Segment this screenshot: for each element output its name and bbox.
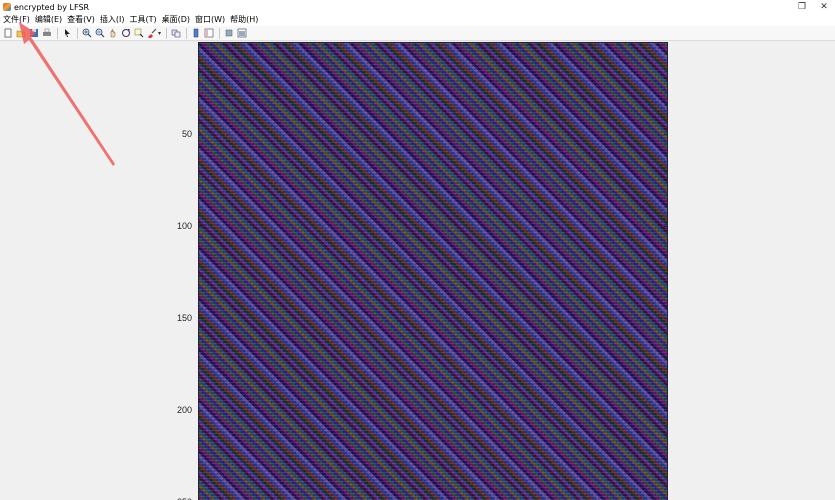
y-tick-mark: [198, 134, 202, 135]
y-tick-mark: [198, 410, 202, 411]
link-plot-icon: [171, 29, 181, 38]
red-arrow-icon: [19, 22, 115, 166]
rotate-3d-icon: [122, 29, 130, 37]
encrypted-image-axes[interactable]: [198, 42, 668, 500]
window-controls: ❐ ✕: [791, 0, 835, 14]
image-pixels: [199, 43, 667, 500]
new-figure-icon: [4, 28, 12, 38]
title-bar: encrypted by LFSR ❐ ✕: [0, 0, 835, 14]
zoom-out-button[interactable]: [94, 27, 106, 39]
menu-item-3[interactable]: 插入(I): [97, 14, 127, 26]
colorbar-icon: [193, 28, 199, 38]
y-tick-label: 150: [176, 313, 192, 323]
brush-dropdown-caret-icon[interactable]: ▾: [158, 30, 161, 37]
y-tick-mark: [198, 318, 202, 319]
hide-tools-icon: [225, 29, 233, 37]
print-button[interactable]: [41, 27, 53, 39]
menu-item-0[interactable]: 文件(F): [0, 14, 32, 26]
figure-toolbar: ▾: [0, 26, 835, 41]
brush-button[interactable]: [146, 27, 158, 39]
open-file-button[interactable]: [15, 27, 27, 39]
print-icon: [43, 28, 51, 36]
close-button[interactable]: ✕: [813, 0, 835, 14]
show-tools-icon: [237, 28, 247, 38]
toolbar-separator: [77, 27, 78, 39]
brush-icon: [148, 28, 157, 38]
open-file-icon: [16, 30, 26, 38]
matlab-app-icon: [3, 3, 11, 11]
toolbar-separator: [219, 27, 221, 39]
menu-item-7[interactable]: 帮助(H): [227, 14, 260, 26]
colorbar-button[interactable]: [190, 27, 202, 39]
y-tick-label: 100: [176, 221, 192, 231]
show-tools-button[interactable]: [236, 27, 248, 39]
restore-button[interactable]: ❐: [791, 0, 813, 14]
hide-tools-button[interactable]: [223, 27, 235, 39]
window-title: encrypted by LFSR: [14, 2, 90, 12]
y-tick-mark-right: [664, 410, 668, 411]
toolbar-separator: [186, 27, 188, 39]
toolbar-separator: [166, 27, 168, 39]
menu-item-4[interactable]: 工具(T): [126, 14, 158, 26]
y-tick-mark-right: [664, 226, 668, 227]
menu-item-2[interactable]: 查看(V): [64, 14, 97, 26]
zoom-in-button[interactable]: [81, 27, 93, 39]
menu-bar: 文件(F) 编辑(E) 查看(V) 插入(I) 工具(T) 桌面(D) 窗口(W) 帮助(H): [0, 14, 835, 26]
link-plot-button[interactable]: [170, 27, 182, 39]
save-icon: [30, 29, 38, 37]
legend-icon: [204, 28, 214, 38]
pointer-icon: [65, 29, 70, 37]
data-cursor-icon: [134, 28, 144, 38]
y-tick-label: 50: [181, 129, 192, 139]
zoom-out-icon: [95, 28, 105, 38]
figure-window: encrypted by LFSR ❐ ✕ 文件(F) 编辑(E) 查看(V) 插入(…: [0, 0, 835, 500]
pan-icon: [110, 29, 116, 38]
y-tick-mark-right: [664, 134, 668, 135]
pan-button[interactable]: [107, 27, 119, 39]
y-tick-label: 200: [176, 405, 192, 415]
menu-item-6[interactable]: 窗口(W): [192, 14, 227, 26]
new-figure-button[interactable]: [2, 27, 14, 39]
pointer-button[interactable]: [61, 27, 73, 39]
y-tick-mark: [198, 226, 202, 227]
legend-button[interactable]: [203, 27, 215, 39]
y-tick-mark-right: [664, 318, 668, 319]
menu-item-1[interactable]: 编辑(E): [32, 14, 64, 26]
data-cursor-button[interactable]: [133, 27, 145, 39]
save-button[interactable]: [28, 27, 40, 39]
menu-item-5[interactable]: 桌面(D): [159, 14, 192, 26]
zoom-in-icon: [82, 28, 92, 38]
rotate-3d-button[interactable]: [120, 27, 132, 39]
toolbar-separator: [57, 27, 58, 39]
